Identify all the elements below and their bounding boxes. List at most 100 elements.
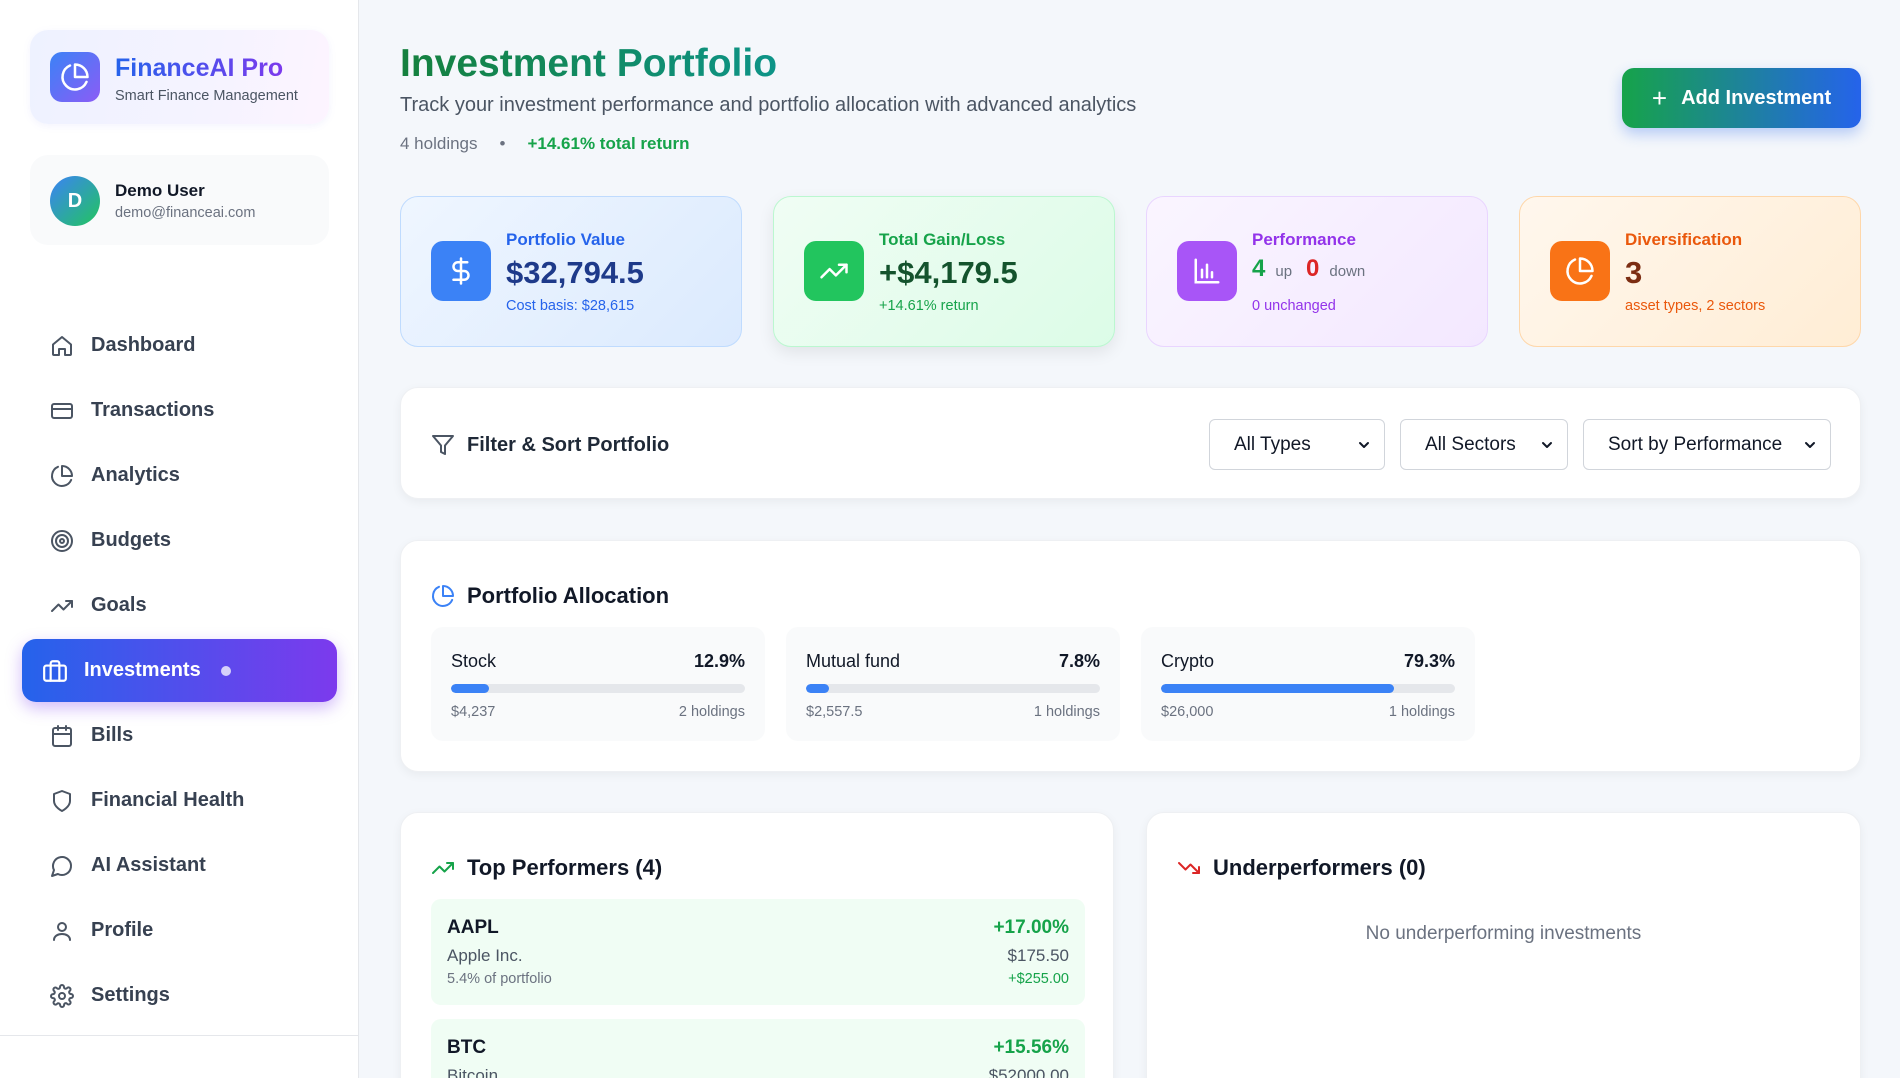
- allocation-bar-fill: [806, 684, 829, 693]
- holding-symbol: BTC: [447, 1037, 487, 1058]
- chevron-down-icon: [1802, 437, 1818, 453]
- sidebar-item-dashboard[interactable]: Dashboard: [22, 314, 337, 377]
- shield-icon: [49, 788, 75, 814]
- sidebar-item-analytics[interactable]: Analytics: [22, 444, 337, 507]
- sidebar-item-budgets[interactable]: Budgets: [22, 509, 337, 572]
- sidebar-item-ai-assistant[interactable]: AI Assistant: [22, 834, 337, 897]
- avatar: D: [50, 176, 100, 226]
- type-select[interactable]: All Types: [1209, 419, 1385, 470]
- page-title: Investment Portfolio: [400, 42, 778, 85]
- page-subtitle: Track your investment performance and po…: [400, 94, 1137, 116]
- sidebar-item-label: Budgets: [91, 529, 171, 551]
- holding-price: $52000.00: [988, 1066, 1069, 1078]
- meta-separator: •: [499, 134, 506, 153]
- user-card[interactable]: D Demo User demo@financeai.com: [30, 155, 329, 245]
- credit-card-icon: [49, 398, 75, 424]
- chevron-down-icon: [1356, 437, 1372, 453]
- stat-label: Diversification: [1625, 230, 1743, 249]
- holding-symbol: AAPL: [447, 917, 499, 938]
- dollar-icon: [431, 241, 491, 301]
- stat-foot: 0 unchanged: [1252, 298, 1336, 314]
- add-investment-label: Add Investment: [1681, 86, 1832, 109]
- sort-select[interactable]: Sort by Performance: [1583, 419, 1831, 470]
- holding-name: Apple Inc.: [447, 946, 523, 965]
- allocation-percent: 7.8%: [1058, 651, 1100, 671]
- brand-subtitle: Smart Finance Management: [115, 88, 298, 104]
- active-indicator-dot: [220, 665, 231, 676]
- sidebar-nav: Dashboard Transactions Analytics Budgets…: [22, 314, 337, 1029]
- holding-name: Bitcoin: [447, 1066, 499, 1078]
- list-item[interactable]: AAPL Apple Inc. 5.4% of portfolio +17.00…: [431, 899, 1085, 1005]
- sort-select-value: Sort by Performance: [1608, 433, 1783, 455]
- sector-select[interactable]: All Sectors: [1400, 419, 1568, 470]
- allocation-value: $2,557.5: [806, 704, 863, 720]
- sidebar-item-settings[interactable]: Settings: [22, 964, 337, 1027]
- brand-card[interactable]: FinanceAI Pro Smart Finance Management: [30, 30, 329, 124]
- allocation-name: Stock: [451, 651, 497, 671]
- holdings-count: 4 holdings: [400, 134, 478, 153]
- sidebar-item-profile[interactable]: Profile: [22, 899, 337, 962]
- stat-foot: +14.61% return: [879, 298, 979, 314]
- filter-icon: [431, 433, 455, 457]
- sidebar-item-financial-health[interactable]: Financial Health: [22, 769, 337, 832]
- stat-value: $32,794.5: [506, 255, 644, 290]
- allocation-holdings: 1 holdings: [1388, 704, 1455, 720]
- pie-chart-icon: [49, 463, 75, 489]
- stat-foot: Cost basis: $28,615: [506, 298, 635, 314]
- allocation-bar-fill: [451, 684, 489, 693]
- filter-title-text: Filter & Sort Portfolio: [467, 433, 670, 456]
- sidebar-item-goals[interactable]: Goals: [22, 574, 337, 637]
- underperformers-title: Underperformers (0): [1177, 855, 1426, 881]
- trending-down-icon: [1177, 856, 1201, 880]
- top-performers-title-text: Top Performers (4): [467, 855, 663, 880]
- holding-gain: +$255.00: [1008, 971, 1069, 987]
- performance-counts: 4 up 0 down: [1252, 255, 1379, 283]
- empty-state-text: No underperforming investments: [1365, 923, 1642, 944]
- sidebar-item-label: Investments: [84, 659, 201, 681]
- sidebar-item-label: AI Assistant: [91, 854, 206, 876]
- sidebar-item-label: Settings: [91, 984, 170, 1006]
- sidebar-item-bills[interactable]: Bills: [22, 704, 337, 767]
- stat-label: Total Gain/Loss: [879, 230, 1006, 249]
- sidebar-item-label: Dashboard: [91, 334, 196, 356]
- sidebar-divider: [0, 1035, 359, 1036]
- top-performers-title: Top Performers (4): [431, 855, 662, 881]
- stat-label: Performance: [1252, 230, 1356, 249]
- filter-sort-card: Filter & Sort Portfolio All Types All Se…: [400, 387, 1861, 499]
- brand-title: FinanceAI Pro: [115, 54, 284, 82]
- sidebar-item-label: Transactions: [91, 399, 215, 421]
- add-investment-button[interactable]: + Add Investment: [1622, 68, 1861, 128]
- allocation-title-text: Portfolio Allocation: [467, 583, 670, 608]
- sidebar-item-transactions[interactable]: Transactions: [22, 379, 337, 442]
- allocation-item-stock: Stock 12.9% $4,237 2 holdings: [431, 627, 765, 741]
- sector-select-value: All Sectors: [1425, 433, 1516, 455]
- down-label: down: [1329, 263, 1366, 280]
- pie-chart-icon: [431, 584, 455, 608]
- user-email: demo@financeai.com: [115, 205, 256, 221]
- gear-icon: [49, 983, 75, 1009]
- user-name: Demo User: [115, 181, 205, 200]
- target-icon: [49, 528, 75, 554]
- sidebar-item-investments[interactable]: Investments: [22, 639, 337, 702]
- allocation-value: $26,000: [1161, 704, 1214, 720]
- bar-chart-icon: [1177, 241, 1237, 301]
- sidebar-item-label: Goals: [91, 594, 147, 616]
- holding-return: +15.56%: [993, 1037, 1069, 1058]
- allocation-bar: [1161, 684, 1455, 693]
- up-count: 4: [1252, 255, 1266, 282]
- list-item[interactable]: BTC Bitcoin +15.56% $52000.00: [431, 1019, 1085, 1078]
- filter-title: Filter & Sort Portfolio: [431, 433, 669, 457]
- trending-up-icon: [804, 241, 864, 301]
- up-label: up: [1275, 263, 1293, 280]
- allocation-holdings: 1 holdings: [1033, 704, 1100, 720]
- home-icon: [49, 333, 75, 359]
- total-gain-card: Total Gain/Loss +$4,179.5 +14.61% return: [773, 196, 1115, 347]
- sidebar-item-label: Analytics: [91, 464, 180, 486]
- pie-chart-logo-icon: [50, 52, 100, 102]
- top-performers-card: Top Performers (4) AAPL Apple Inc. 5.4% …: [400, 812, 1114, 1078]
- portfolio-allocation-card: Portfolio Allocation Stock 12.9% $4,237 …: [400, 540, 1861, 772]
- allocation-holdings: 2 holdings: [678, 704, 745, 720]
- portfolio-meta: 4 holdings • +14.61% total return: [400, 134, 690, 154]
- diversification-card: Diversification 3 asset types, 2 sectors: [1519, 196, 1861, 347]
- performance-card: Performance 4 up 0 down 0 unchanged: [1146, 196, 1488, 347]
